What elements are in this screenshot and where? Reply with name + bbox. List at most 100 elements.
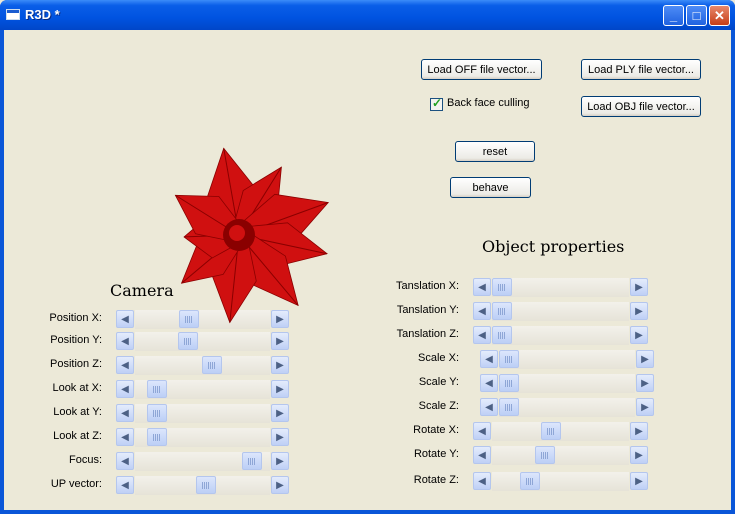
object-slider[interactable]: ◀ ▶ bbox=[480, 350, 654, 369]
chevron-right-icon[interactable]: ▶ bbox=[271, 428, 289, 446]
chevron-right-icon[interactable]: ▶ bbox=[636, 350, 654, 368]
camera-slider-label: Look at Z: bbox=[53, 430, 102, 442]
chevron-left-icon[interactable]: ◀ bbox=[116, 428, 134, 446]
chevron-left-icon[interactable]: ◀ bbox=[473, 278, 491, 296]
chevron-left-icon[interactable]: ◀ bbox=[473, 446, 491, 464]
slider-thumb[interactable] bbox=[535, 446, 555, 464]
load-obj-button[interactable]: Load OBJ file vector... bbox=[581, 96, 701, 117]
app-icon bbox=[6, 9, 20, 20]
slider-thumb[interactable] bbox=[499, 398, 519, 416]
chevron-right-icon[interactable]: ▶ bbox=[636, 374, 654, 392]
chevron-right-icon[interactable]: ▶ bbox=[271, 404, 289, 422]
slider-track[interactable] bbox=[492, 278, 629, 297]
slider-track[interactable] bbox=[499, 350, 635, 369]
3d-model-viewport[interactable] bbox=[149, 140, 329, 330]
load-off-button[interactable]: Load OFF file vector... bbox=[421, 59, 542, 80]
chevron-right-icon[interactable]: ▶ bbox=[636, 398, 654, 416]
minimize-button[interactable]: _ bbox=[663, 5, 684, 26]
chevron-left-icon[interactable]: ◀ bbox=[116, 476, 134, 494]
slider-track[interactable] bbox=[135, 332, 270, 351]
slider-thumb[interactable] bbox=[492, 326, 512, 344]
slider-thumb[interactable] bbox=[196, 476, 216, 494]
back-face-culling-label: Back face culling bbox=[447, 97, 530, 109]
object-slider[interactable]: ◀ ▶ bbox=[480, 374, 654, 393]
object-slider-label: Rotate X: bbox=[413, 424, 459, 436]
object-slider-label: Tanslation Z: bbox=[396, 328, 459, 340]
object-slider-label: Scale Y: bbox=[418, 376, 459, 388]
slider-thumb[interactable] bbox=[147, 428, 167, 446]
chevron-right-icon[interactable]: ▶ bbox=[630, 472, 648, 490]
chevron-left-icon[interactable]: ◀ bbox=[116, 404, 134, 422]
camera-slider[interactable]: ◀ ▶ bbox=[116, 380, 289, 399]
chevron-right-icon[interactable]: ▶ bbox=[630, 446, 648, 464]
chevron-left-icon[interactable]: ◀ bbox=[480, 350, 498, 368]
object-slider[interactable]: ◀ ▶ bbox=[473, 326, 648, 345]
slider-thumb[interactable] bbox=[541, 422, 561, 440]
chevron-left-icon[interactable]: ◀ bbox=[473, 422, 491, 440]
slider-track[interactable] bbox=[492, 326, 629, 345]
object-slider-label: Scale Z: bbox=[418, 400, 459, 412]
chevron-left-icon[interactable]: ◀ bbox=[473, 472, 491, 490]
camera-slider[interactable]: ◀ ▶ bbox=[116, 356, 289, 375]
slider-thumb[interactable] bbox=[147, 404, 167, 422]
camera-slider-label: UP vector: bbox=[50, 478, 102, 490]
camera-slider-label: Look at Y: bbox=[53, 406, 102, 418]
behave-button[interactable]: behave bbox=[450, 177, 531, 198]
chevron-left-icon[interactable]: ◀ bbox=[116, 356, 134, 374]
camera-slider[interactable]: ◀ ▶ bbox=[116, 476, 289, 495]
chevron-left-icon[interactable]: ◀ bbox=[473, 302, 491, 320]
chevron-right-icon[interactable]: ▶ bbox=[630, 302, 648, 320]
slider-thumb[interactable] bbox=[178, 332, 198, 350]
chevron-right-icon[interactable]: ▶ bbox=[630, 422, 648, 440]
title-bar[interactable]: R3D * _ □ ✕ bbox=[0, 0, 735, 30]
chevron-right-icon[interactable]: ▶ bbox=[271, 332, 289, 350]
slider-thumb[interactable] bbox=[520, 472, 540, 490]
slider-thumb[interactable] bbox=[147, 380, 167, 398]
object-slider[interactable]: ◀ ▶ bbox=[473, 302, 648, 321]
chevron-left-icon[interactable]: ◀ bbox=[116, 380, 134, 398]
slider-track[interactable] bbox=[499, 374, 635, 393]
chevron-left-icon[interactable]: ◀ bbox=[116, 452, 134, 470]
object-slider-label: Rotate Z: bbox=[413, 474, 459, 486]
chevron-right-icon[interactable]: ▶ bbox=[630, 278, 648, 296]
chevron-right-icon[interactable]: ▶ bbox=[271, 452, 289, 470]
chevron-right-icon[interactable]: ▶ bbox=[630, 326, 648, 344]
camera-slider[interactable]: ◀ ▶ bbox=[116, 332, 289, 351]
camera-slider-label: Focus: bbox=[68, 454, 102, 466]
camera-slider[interactable]: ◀ ▶ bbox=[116, 428, 289, 447]
chevron-right-icon[interactable]: ▶ bbox=[271, 380, 289, 398]
client-area: Load OFF file vector... Load PLY file ve… bbox=[4, 30, 731, 510]
object-slider[interactable]: ◀ ▶ bbox=[480, 398, 654, 417]
slider-track[interactable] bbox=[492, 446, 629, 465]
chevron-left-icon[interactable]: ◀ bbox=[480, 374, 498, 392]
reset-button[interactable]: reset bbox=[455, 141, 535, 162]
chevron-left-icon[interactable]: ◀ bbox=[116, 310, 134, 328]
slider-thumb[interactable] bbox=[499, 374, 519, 392]
maximize-button[interactable]: □ bbox=[686, 5, 707, 26]
chevron-right-icon[interactable]: ▶ bbox=[271, 476, 289, 494]
chevron-left-icon[interactable]: ◀ bbox=[480, 398, 498, 416]
load-ply-button[interactable]: Load PLY file vector... bbox=[581, 59, 701, 80]
slider-thumb[interactable] bbox=[242, 452, 262, 470]
chevron-right-icon[interactable]: ▶ bbox=[271, 356, 289, 374]
object-slider[interactable]: ◀ ▶ bbox=[473, 422, 648, 441]
object-slider[interactable]: ◀ ▶ bbox=[473, 472, 648, 491]
slider-thumb[interactable] bbox=[499, 350, 519, 368]
close-button[interactable]: ✕ bbox=[709, 5, 730, 26]
object-slider[interactable]: ◀ ▶ bbox=[473, 446, 648, 465]
window-title: R3D * bbox=[25, 7, 60, 22]
camera-slider[interactable]: ◀ ▶ bbox=[116, 404, 289, 423]
chevron-left-icon[interactable]: ◀ bbox=[116, 332, 134, 350]
slider-thumb[interactable] bbox=[492, 278, 512, 296]
slider-track[interactable] bbox=[492, 302, 629, 321]
camera-slider[interactable]: ◀ ▶ bbox=[116, 452, 289, 471]
object-slider-label: Tanslation Y: bbox=[396, 304, 459, 316]
object-slider-label: Scale X: bbox=[418, 352, 459, 364]
object-slider[interactable]: ◀ ▶ bbox=[473, 278, 648, 297]
back-face-culling-checkbox[interactable] bbox=[430, 96, 443, 111]
slider-thumb[interactable] bbox=[202, 356, 222, 374]
slider-thumb[interactable] bbox=[492, 302, 512, 320]
chevron-left-icon[interactable]: ◀ bbox=[473, 326, 491, 344]
slider-track[interactable] bbox=[492, 472, 629, 491]
slider-track[interactable] bbox=[499, 398, 635, 417]
